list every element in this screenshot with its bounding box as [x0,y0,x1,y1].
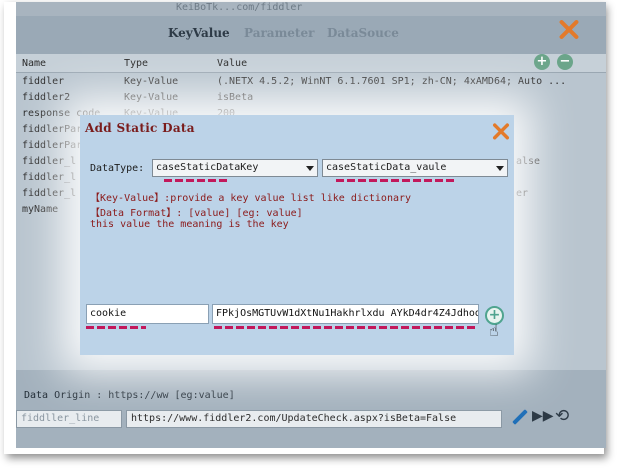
reset-icon[interactable]: ⟲ [555,406,569,426]
top-url: KeiBoTk...com/fiddler [176,2,303,13]
datatype-label: DataType: [90,163,145,174]
close-icon[interactable] [492,122,511,141]
tab-keyvalue[interactable]: KeyValue [168,26,230,40]
key-input[interactable]: cookie [86,304,209,324]
value-input[interactable]: FPkjOsMGTUvW1dXtNu1Hakhrlxdu AYkD4dr4Z4J… [212,304,479,324]
bottom-panel: Data Origin : https://ww [eg:value] fidd… [16,370,606,448]
add-static-data-dialog: Add Static Data DataType: caseStaticData… [80,115,514,355]
row-name[interactable]: fiddler_l [22,172,76,183]
info-line: this value the meaning is the key [90,219,289,230]
table-header: Name Type Value [16,54,606,73]
pencil-icon[interactable] [512,409,528,425]
row-name[interactable]: fiddlerPar [22,124,82,135]
row-name[interactable]: fiddler_l [22,188,76,199]
top-strip: KeiBoTk...com/fiddler [16,2,606,16]
close-icon[interactable] [558,18,580,40]
name-input[interactable]: fiddller_line [16,410,122,428]
datatype-select[interactable]: caseStaticDataKey [152,159,318,177]
row-value-fragment: alse [516,156,541,167]
info-line: 【Key-Value】:provide a key value list lik… [90,193,412,204]
row-name: fiddler [22,76,65,87]
info-line: 【Data Format】: [value] [eg: value] [90,208,303,219]
column-header-value: Value [217,58,248,69]
row-value-fragment: er [516,188,529,199]
row-name[interactable]: fiddlerPar [22,140,82,151]
row-name[interactable]: myName [22,204,58,215]
data-origin-label: Data Origin : https://ww [eg:value] [24,390,235,401]
row-type: Key-Value [124,92,179,103]
column-header-type: Type [124,58,149,69]
annotation-underline [86,326,146,329]
chevron-down-icon [496,166,504,171]
fast-forward-icon[interactable]: ▶▶ [532,408,554,424]
row-value: (.NETX 4.5.2; WinNT 6.1.7601 SP1; zh-CN;… [217,76,567,87]
chevron-down-icon [306,166,314,171]
tab-datasouce[interactable]: DataSouce [327,26,399,40]
value-type-select[interactable]: caseStaticData_vaule [322,159,508,177]
row-name[interactable]: fiddler_l [22,156,76,167]
remove-row-icon[interactable]: − [557,54,573,70]
hand-cursor-icon: ☝ [489,321,499,340]
annotation-underline [336,179,454,182]
row-type: Key-Value [124,76,179,87]
row-name: fiddler2 [22,92,71,103]
add-row-icon[interactable]: + [534,54,550,70]
datatype-select-value: caseStaticDataKey [156,162,259,173]
tab-bar: KeyValue Parameter DataSouce [16,26,606,46]
column-header-name: Name [22,58,47,69]
url-input[interactable]: https://www.fiddler2.com/UpdateCheck.asp… [126,410,502,428]
annotation-underline [214,326,476,329]
annotation-underline [164,179,230,182]
tab-parameter[interactable]: Parameter [244,26,314,40]
row-value: isBeta [217,92,254,103]
dialog-title: Add Static Data [85,121,195,135]
value-type-select-value: caseStaticData_vaule [326,162,447,173]
